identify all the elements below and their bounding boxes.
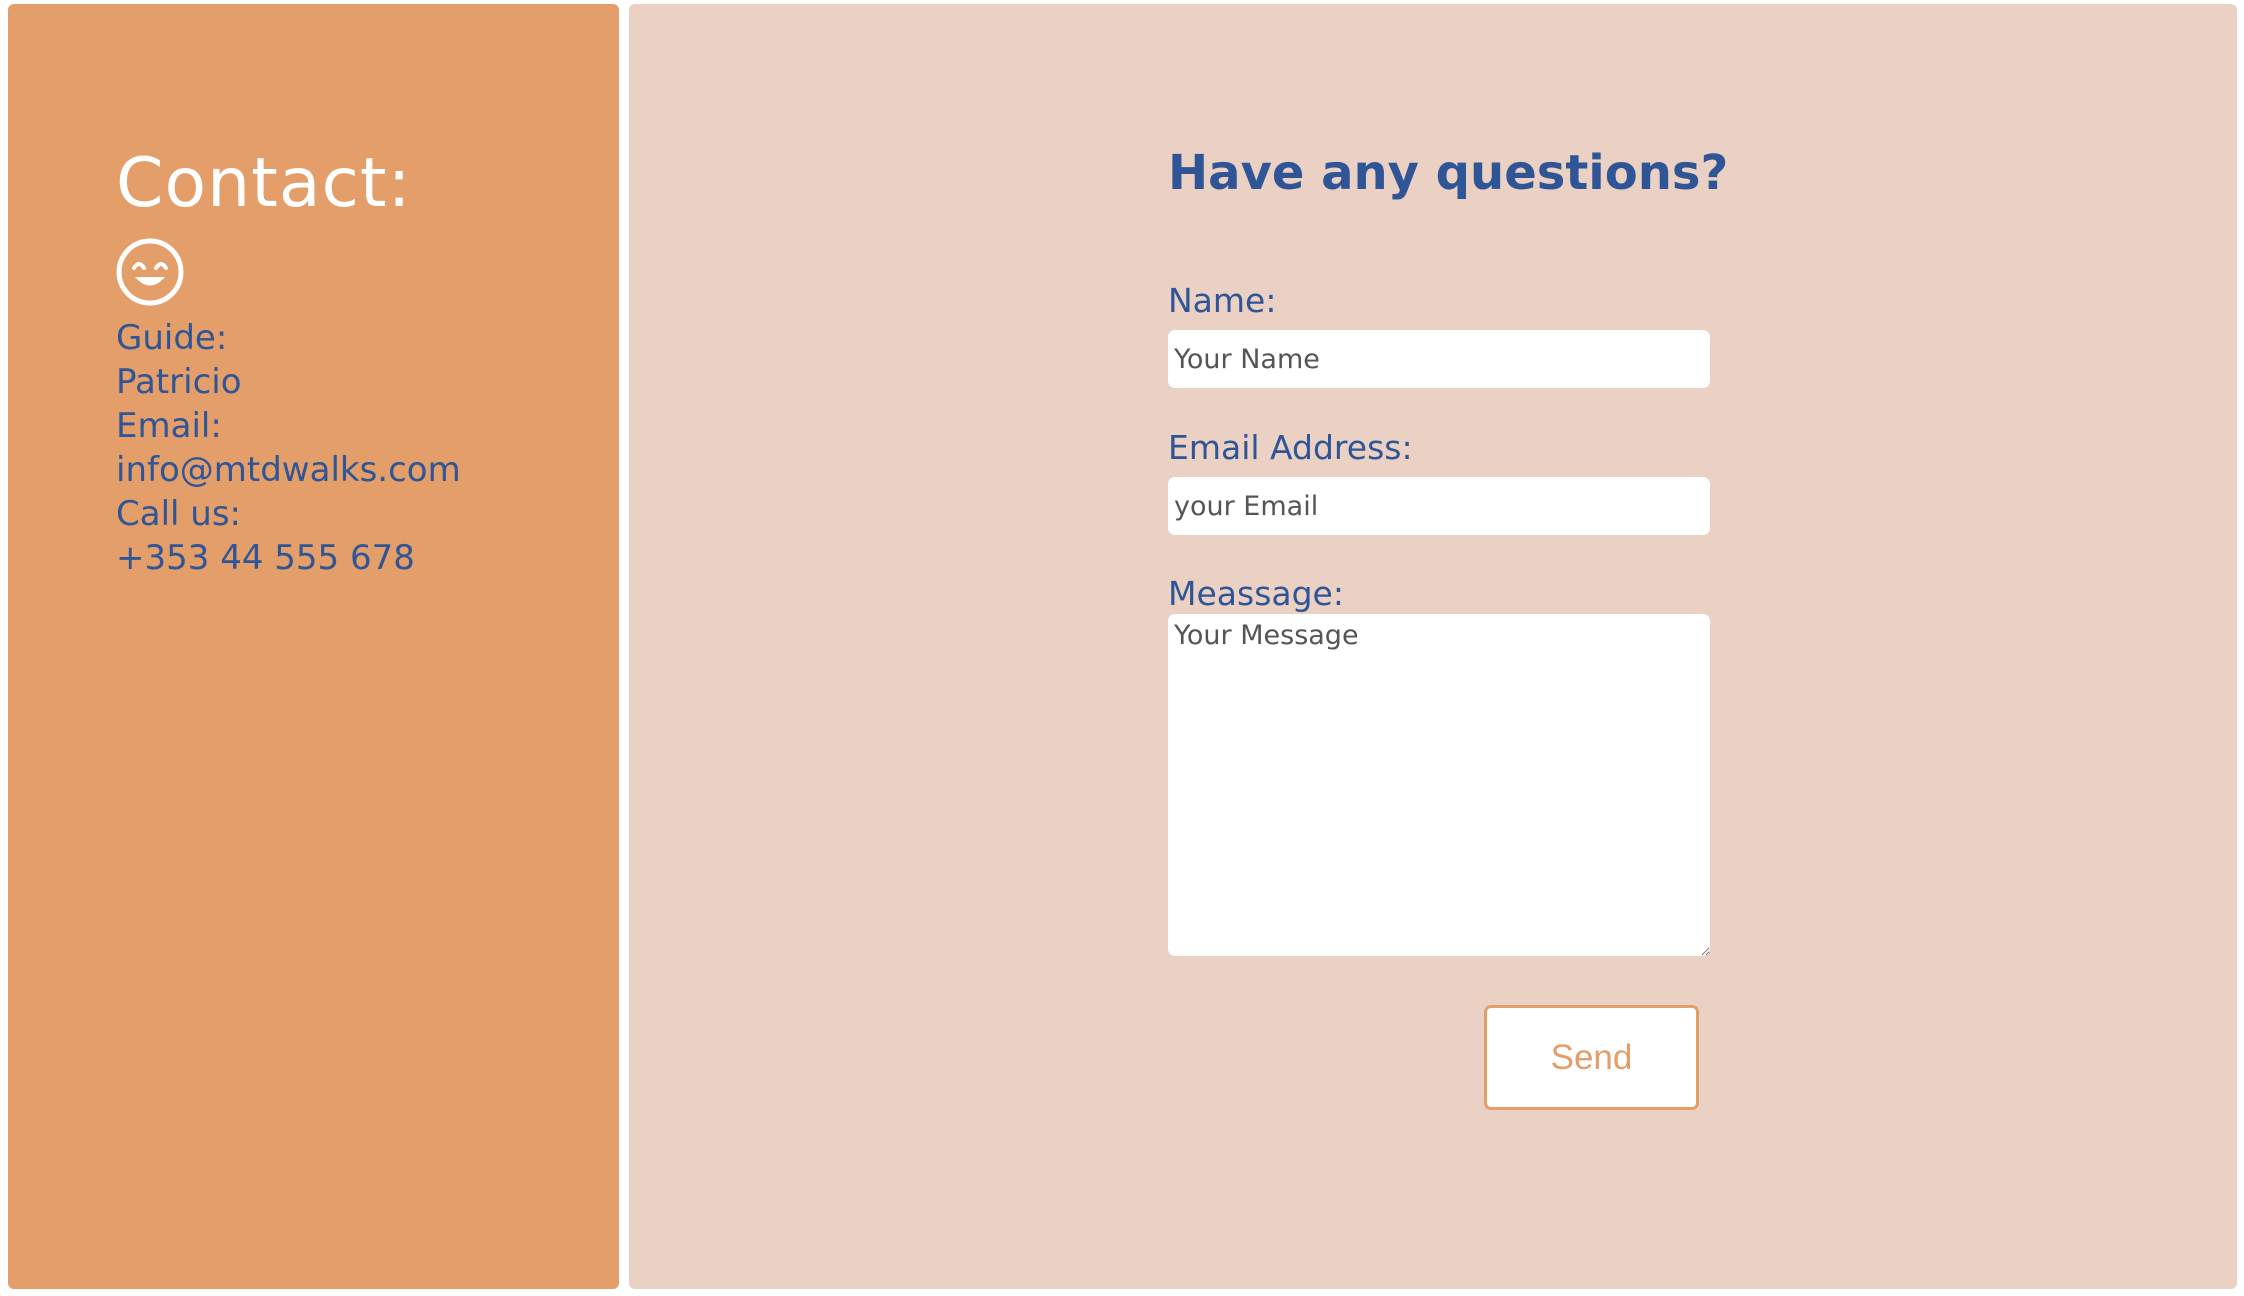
name-label: Name: — [1168, 281, 1277, 320]
phone-number: +353 44 555 678 — [116, 538, 415, 578]
message-label: Meassage: — [1168, 574, 1344, 613]
smiley-face-icon — [116, 238, 184, 306]
email-label: Email: — [116, 406, 222, 446]
phone-label: Call us: — [116, 494, 241, 534]
name-input[interactable] — [1168, 330, 1710, 388]
email-address: info@mtdwalks.com — [116, 450, 461, 490]
contact-title: Contact: — [116, 144, 412, 223]
contact-info-panel: Contact: Guide: Patricio Email: info@mtd… — [8, 4, 619, 1289]
contact-details: Guide: Patricio Email: info@mtdwalks.com… — [116, 316, 461, 580]
form-heading: Have any questions? — [1168, 145, 1729, 201]
email-input[interactable] — [1168, 477, 1710, 535]
guide-name: Patricio — [116, 362, 242, 402]
contact-page: Contact: Guide: Patricio Email: info@mtd… — [0, 0, 2244, 1296]
message-textarea[interactable] — [1168, 614, 1710, 956]
send-button[interactable]: Send — [1484, 1005, 1699, 1110]
email-address-label: Email Address: — [1168, 428, 1413, 467]
guide-label: Guide: — [116, 318, 228, 358]
